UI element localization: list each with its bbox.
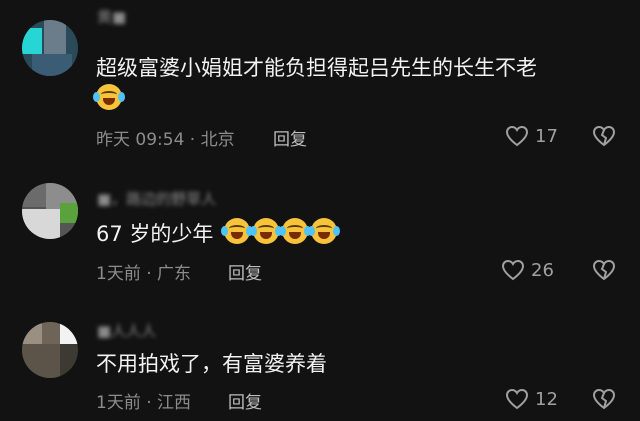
heart-outline-icon xyxy=(505,388,529,410)
username[interactable]: ■人人人 xyxy=(97,320,156,341)
comment-item: ■人人人 不用拍戏了，有富婆养着 1天前 · 江西 回复 12 xyxy=(0,300,640,421)
laughing-crying-emoji-icon xyxy=(279,218,311,244)
avatar[interactable] xyxy=(22,20,78,76)
reply-button[interactable]: 回复 xyxy=(228,388,262,413)
dislike-button[interactable] xyxy=(592,259,616,281)
heart-outline-icon xyxy=(501,259,525,281)
laughing-crying-emoji-icon xyxy=(93,84,125,110)
reply-button[interactable]: 回复 xyxy=(273,125,307,150)
laughing-crying-emoji-icon xyxy=(250,218,282,244)
like-button[interactable]: 26 xyxy=(501,259,554,281)
username[interactable]: 黄■ xyxy=(97,6,126,27)
comment-text: 不用拍戏了，有富婆养着 xyxy=(96,352,327,376)
emoji-row xyxy=(93,84,125,110)
like-count: 26 xyxy=(531,259,554,281)
laughing-crying-emoji-icon xyxy=(308,218,340,244)
comment-item: ■，路边的野草人 67 岁的少年 1天前 · 广东 回复 26 xyxy=(0,155,640,300)
like-button[interactable]: 12 xyxy=(505,388,558,410)
like-count: 17 xyxy=(535,125,558,147)
like-count: 12 xyxy=(535,388,558,410)
broken-heart-icon xyxy=(592,125,616,147)
avatar[interactable] xyxy=(22,183,78,239)
like-button[interactable]: 17 xyxy=(505,125,558,147)
emoji-row xyxy=(221,218,340,244)
comment-text: 超级富婆小娟姐才能负担得起吕先生的长生不老 xyxy=(96,56,537,80)
dislike-button[interactable] xyxy=(592,125,616,147)
broken-heart-icon xyxy=(592,388,616,410)
reply-button[interactable]: 回复 xyxy=(228,259,262,284)
comment-text: 67 岁的少年 xyxy=(96,222,214,246)
broken-heart-icon xyxy=(592,259,616,281)
heart-outline-icon xyxy=(505,125,529,147)
laughing-crying-emoji-icon xyxy=(221,218,253,244)
comment-meta: 1天前 · 江西 xyxy=(96,393,192,413)
username[interactable]: ■，路边的野草人 xyxy=(97,188,216,209)
dislike-button[interactable] xyxy=(592,388,616,410)
avatar[interactable] xyxy=(22,322,78,378)
comment-meta: 1天前 · 广东 xyxy=(96,264,192,284)
comment-meta: 昨天 09:54 · 北京 xyxy=(96,130,235,150)
comment-item: 黄■ 超级富婆小娟姐才能负担得起吕先生的长生不老 昨天 09:54 · 北京 回… xyxy=(0,0,640,155)
